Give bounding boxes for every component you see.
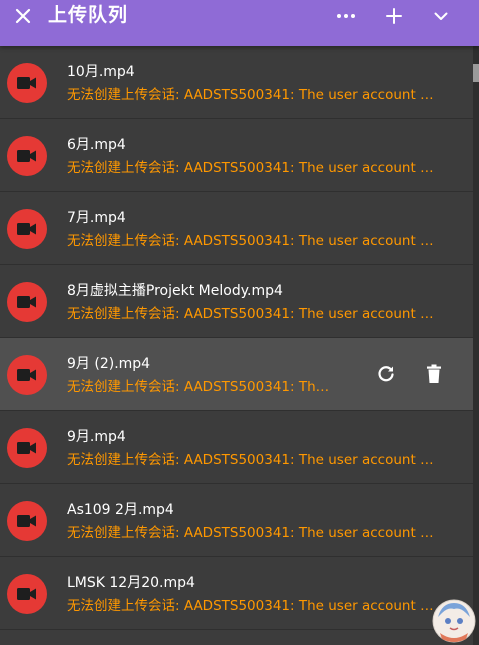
collapse-button[interactable]	[429, 4, 453, 28]
retry-button[interactable]	[374, 362, 398, 386]
video-camera-icon	[17, 150, 36, 162]
file-avatar	[7, 63, 47, 103]
list-item[interactable]: 9月 (2).mp4 无法创建上传会话: AADSTS500341: The u…	[0, 338, 473, 411]
file-name: 8月虚拟主播Projekt Melody.mp4	[67, 283, 283, 299]
video-camera-icon	[17, 442, 36, 454]
file-avatar	[7, 428, 47, 468]
add-button[interactable]	[382, 4, 406, 28]
file-name: 9月.mp4	[67, 429, 126, 445]
video-camera-icon	[17, 223, 36, 235]
file-avatar	[7, 282, 47, 322]
scrollbar-thumb[interactable]	[473, 64, 479, 82]
video-camera-icon	[17, 588, 36, 600]
file-name: 10月.mp4	[67, 64, 135, 80]
video-camera-icon	[17, 77, 36, 89]
list-item[interactable]: 7月.mp4 无法创建上传会话: AADSTS500341: The user …	[0, 192, 473, 265]
error-message: 无法创建上传会话: AADSTS500341: The user account…	[67, 452, 435, 468]
trash-icon	[427, 364, 441, 383]
file-avatar	[7, 355, 47, 395]
upload-queue-window: 上传队列 10月.mp4 无法创建上传会话: AADSTS500341: The…	[0, 0, 479, 645]
page-title: 上传队列	[48, 4, 129, 26]
delete-button[interactable]	[422, 362, 446, 386]
file-avatar	[7, 501, 47, 541]
mascot-avatar-icon	[432, 599, 476, 643]
list-item[interactable]: 6月.mp4 无法创建上传会话: AADSTS500341: The user …	[0, 119, 473, 192]
list-item[interactable]: 9月.mp4 无法创建上传会话: AADSTS500341: The user …	[0, 411, 473, 484]
file-name: 7月.mp4	[67, 210, 126, 226]
list-item[interactable]: 10月.mp4 无法创建上传会话: AADSTS500341: The user…	[0, 46, 473, 119]
plus-icon	[386, 8, 402, 24]
file-name: LMSK 12月20.mp4	[67, 575, 195, 591]
file-avatar	[7, 209, 47, 249]
list-item[interactable]: 8月虚拟主播Projekt Melody.mp4 无法创建上传会话: AADST…	[0, 265, 473, 338]
more-options-button[interactable]	[334, 4, 358, 28]
chevron-down-icon	[434, 12, 448, 20]
refresh-icon	[378, 366, 394, 382]
error-message: 无法创建上传会话: AADSTS500341: The user account…	[67, 598, 435, 614]
close-button[interactable]	[12, 5, 34, 27]
error-message: 无法创建上传会话: AADSTS500341: The user account…	[67, 233, 435, 249]
upload-list: 10月.mp4 无法创建上传会话: AADSTS500341: The user…	[0, 46, 473, 645]
list-item[interactable]: LMSK 12月20.mp4 无法创建上传会话: AADSTS500341: T…	[0, 557, 473, 630]
video-camera-icon	[17, 515, 36, 527]
list-item[interactable]: As109 2月.mp4 无法创建上传会话: AADSTS500341: The…	[0, 484, 473, 557]
app-bar: 上传队列	[0, 0, 479, 46]
more-horizontal-icon	[337, 14, 355, 18]
close-icon	[15, 8, 31, 24]
video-camera-icon	[17, 296, 36, 308]
error-message: 无法创建上传会话: AADSTS500341: The user account…	[67, 379, 337, 395]
file-avatar	[7, 574, 47, 614]
error-message: 无法创建上传会话: AADSTS500341: The user account…	[67, 87, 435, 103]
file-name: As109 2月.mp4	[67, 502, 174, 518]
scrollbar[interactable]	[473, 46, 479, 645]
error-message: 无法创建上传会话: AADSTS500341: The user account…	[67, 525, 435, 541]
file-name: 9月 (2).mp4	[67, 356, 151, 372]
video-camera-icon	[17, 369, 36, 381]
file-avatar	[7, 136, 47, 176]
error-message: 无法创建上传会话: AADSTS500341: The user account…	[67, 160, 435, 176]
file-name: 6月.mp4	[67, 137, 126, 153]
error-message: 无法创建上传会话: AADSTS500341: The user account…	[67, 306, 435, 322]
